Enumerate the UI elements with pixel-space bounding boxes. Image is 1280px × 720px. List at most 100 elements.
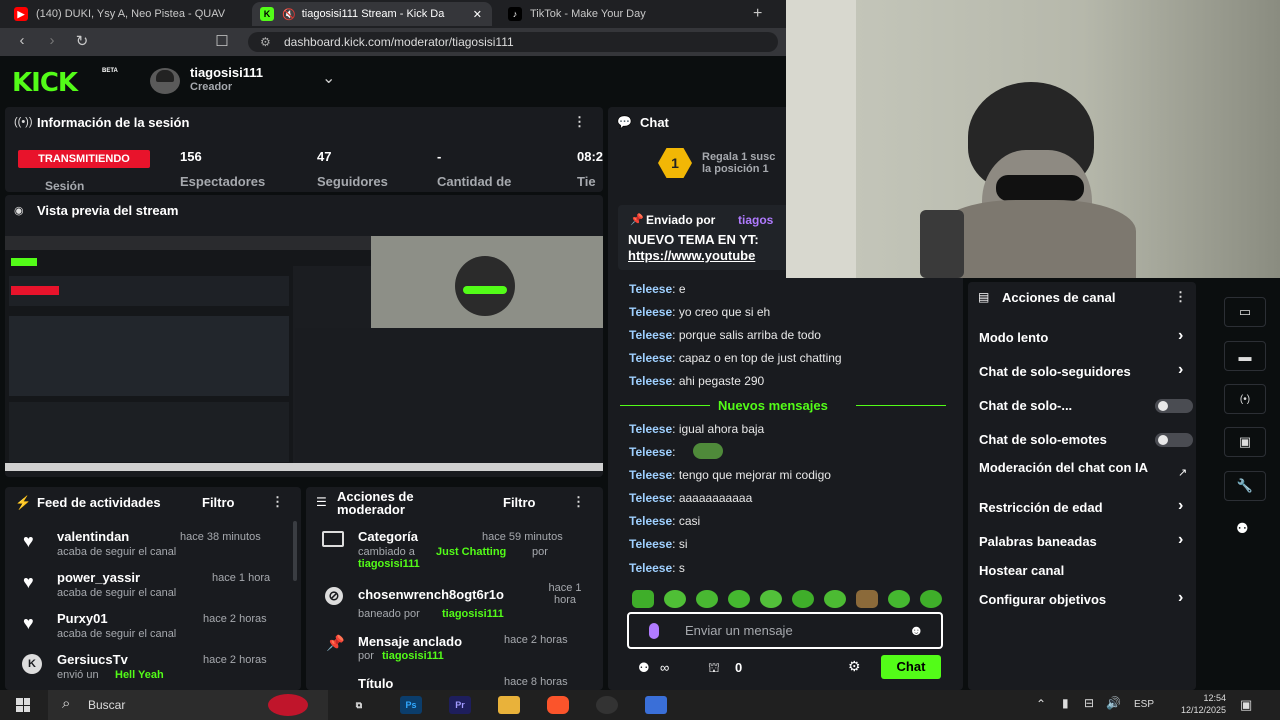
users-icon[interactable]: ⚉ — [1236, 520, 1249, 537]
activity-user[interactable]: valentindan — [57, 529, 129, 544]
tab-tiktok[interactable]: ♪ TikTok - Make Your Day — [500, 2, 740, 26]
scrollbar[interactable] — [293, 521, 297, 581]
channel-action-ai-moderation[interactable]: Moderación del chat con IA — [979, 461, 1155, 474]
pinned-link[interactable]: https://www.youtube — [628, 248, 755, 263]
moderator-link[interactable]: tiagosisi111 — [358, 558, 420, 570]
chat-bubble-icon[interactable]: ▬ — [1224, 341, 1266, 371]
microphone-icon[interactable] — [649, 623, 659, 639]
activity-user[interactable]: Purxy01 — [57, 611, 108, 626]
more-options-icon[interactable]: ⋮ — [572, 494, 585, 510]
chat-user[interactable]: Teleese — [629, 374, 672, 388]
battery-icon[interactable]: ▮ — [1062, 696, 1069, 710]
kick-logo[interactable]: KICK — [12, 68, 78, 98]
url-field[interactable]: ⚙ dashboard.kick.com/moderator/tiagosisi… — [248, 32, 778, 52]
emote-icon[interactable] — [824, 590, 846, 608]
chat-text: aaaaaaaaaaa — [678, 491, 753, 505]
new-messages-label[interactable]: Nuevos mensajes — [718, 398, 828, 413]
moderator-link[interactable]: tiagosisi111 — [382, 650, 444, 662]
back-icon[interactable]: ‹ — [12, 32, 32, 49]
chat-user[interactable]: Teleese — [629, 282, 672, 296]
chat-user[interactable]: Teleese — [629, 491, 672, 505]
chat-input[interactable]: Enviar un mensaje ☻ — [627, 612, 943, 649]
more-options-icon[interactable]: ⋮ — [271, 494, 284, 510]
volume-icon[interactable]: 🔊 — [1106, 696, 1121, 710]
chat-user[interactable]: Teleese — [629, 422, 672, 436]
send-chat-button[interactable]: Chat — [881, 655, 941, 679]
app-icon[interactable] — [645, 696, 667, 714]
emote-icon[interactable] — [664, 590, 686, 608]
emote-icon[interactable] — [856, 590, 878, 608]
wrench-icon[interactable]: 🔧 — [1224, 471, 1266, 501]
network-icon[interactable]: ⊟ — [1084, 696, 1094, 710]
chat-user[interactable]: Teleese — [629, 537, 672, 551]
obs-icon[interactable] — [596, 696, 618, 714]
bookmark-icon[interactable]: ☐ — [212, 32, 232, 50]
video-icon[interactable]: ▣ — [1224, 427, 1266, 457]
activity-user[interactable]: power_yassir — [57, 570, 140, 585]
external-link-icon[interactable]: ↗ — [1178, 466, 1187, 479]
points-icon[interactable]: ⛫ — [708, 660, 720, 678]
avatar[interactable] — [150, 68, 180, 94]
emote-icon[interactable] — [632, 590, 654, 608]
tab-kick[interactable]: K 🔇 tiagosisi111 Stream - Kick Da ✕ — [252, 2, 492, 26]
clock[interactable]: 12:54 12/12/2025 — [1170, 692, 1226, 716]
premiere-icon[interactable]: Pr — [449, 696, 471, 714]
chat-user[interactable]: Teleese — [629, 305, 672, 319]
chat-user[interactable]: Teleese — [629, 445, 672, 459]
emote-icon[interactable] — [792, 590, 814, 608]
chat-message: Teleese: capaz o en top de just chatting — [629, 351, 842, 365]
notification-icon[interactable]: ▣ — [1240, 697, 1252, 713]
chat-user[interactable]: Teleese — [629, 351, 672, 365]
mod-filter-button[interactable]: Filtro — [503, 495, 536, 510]
more-options-icon[interactable]: ⋮ — [573, 114, 586, 130]
broadcast-icon[interactable]: (•) — [1224, 384, 1266, 414]
forward-icon[interactable]: › — [42, 32, 62, 49]
emote-icon[interactable] — [696, 590, 718, 608]
site-info-icon[interactable]: ⚙ — [260, 32, 271, 52]
folder-icon[interactable] — [498, 696, 520, 714]
chat-user[interactable]: Teleese — [629, 561, 672, 575]
channel-action-host[interactable]: Hostear canal — [979, 563, 1195, 581]
reload-icon[interactable]: ↻ — [72, 32, 92, 50]
stream-preview-video[interactable] — [5, 236, 603, 471]
pinned-user[interactable]: tiagos — [738, 213, 773, 227]
chat-popout-icon[interactable]: ▭ — [1224, 297, 1266, 327]
channel-action-slow-mode[interactable]: Modo lento › — [979, 327, 1195, 348]
chat-user[interactable]: Teleese — [629, 468, 672, 482]
infinity-icon[interactable]: ∞ — [660, 660, 669, 675]
more-options-icon[interactable]: ⋮ — [1174, 289, 1187, 305]
mod-action-title[interactable]: chosenwrench8ogt6r1o — [358, 587, 504, 602]
moderator-link[interactable]: tiagosisi111 — [442, 608, 504, 620]
channel-action-followers-only[interactable]: Chat de solo-seguidores › — [979, 361, 1195, 382]
emote-icon[interactable] — [920, 590, 942, 608]
channel-action-goals[interactable]: Configurar objetivos › — [979, 589, 1195, 610]
settings-gear-icon[interactable]: ⚙ — [848, 658, 861, 675]
brave-icon[interactable] — [547, 696, 569, 714]
close-tab-icon[interactable]: ✕ — [473, 8, 482, 21]
windows-start-icon[interactable] — [16, 698, 30, 712]
category-link[interactable]: Just Chatting — [436, 546, 506, 558]
users-icon[interactable]: ⚉ — [638, 660, 650, 676]
emote-icon[interactable] — [760, 590, 782, 608]
heart-icon: ♥ — [23, 572, 34, 592]
activity-user[interactable]: GersiucsTv — [57, 652, 128, 667]
channel-action-banned-words[interactable]: Palabras baneadas › — [979, 531, 1195, 552]
chevron-down-icon[interactable]: ⌄ — [322, 68, 335, 88]
chevron-up-icon[interactable]: ⌃ — [1036, 697, 1046, 711]
subs-only-toggle[interactable] — [1155, 399, 1193, 413]
language-indicator[interactable]: ESP — [1134, 699, 1154, 710]
chat-user[interactable]: Teleese — [629, 328, 672, 342]
emoji-icon[interactable]: ☻ — [909, 622, 924, 638]
task-view-icon[interactable]: ⧉ — [348, 696, 370, 714]
new-tab-button[interactable]: + — [745, 2, 771, 26]
chat-user[interactable]: Teleese — [629, 514, 672, 528]
photoshop-icon[interactable]: Ps — [400, 696, 422, 714]
gift-prompt[interactable]: Regala 1 susc la posición 1 — [702, 151, 775, 175]
channel-action-age-restriction[interactable]: Restricción de edad › — [979, 497, 1195, 518]
emote-icon[interactable] — [728, 590, 750, 608]
activity-filter-button[interactable]: Filtro — [202, 495, 235, 510]
emotes-only-toggle[interactable] — [1155, 433, 1193, 447]
tab-youtube[interactable]: ▶ (140) DUKI, Ysy A, Neo Pistea - QUAV — [6, 2, 246, 26]
emote-icon[interactable] — [888, 590, 910, 608]
taskbar-search[interactable]: ⌕ Buscar — [48, 690, 328, 720]
